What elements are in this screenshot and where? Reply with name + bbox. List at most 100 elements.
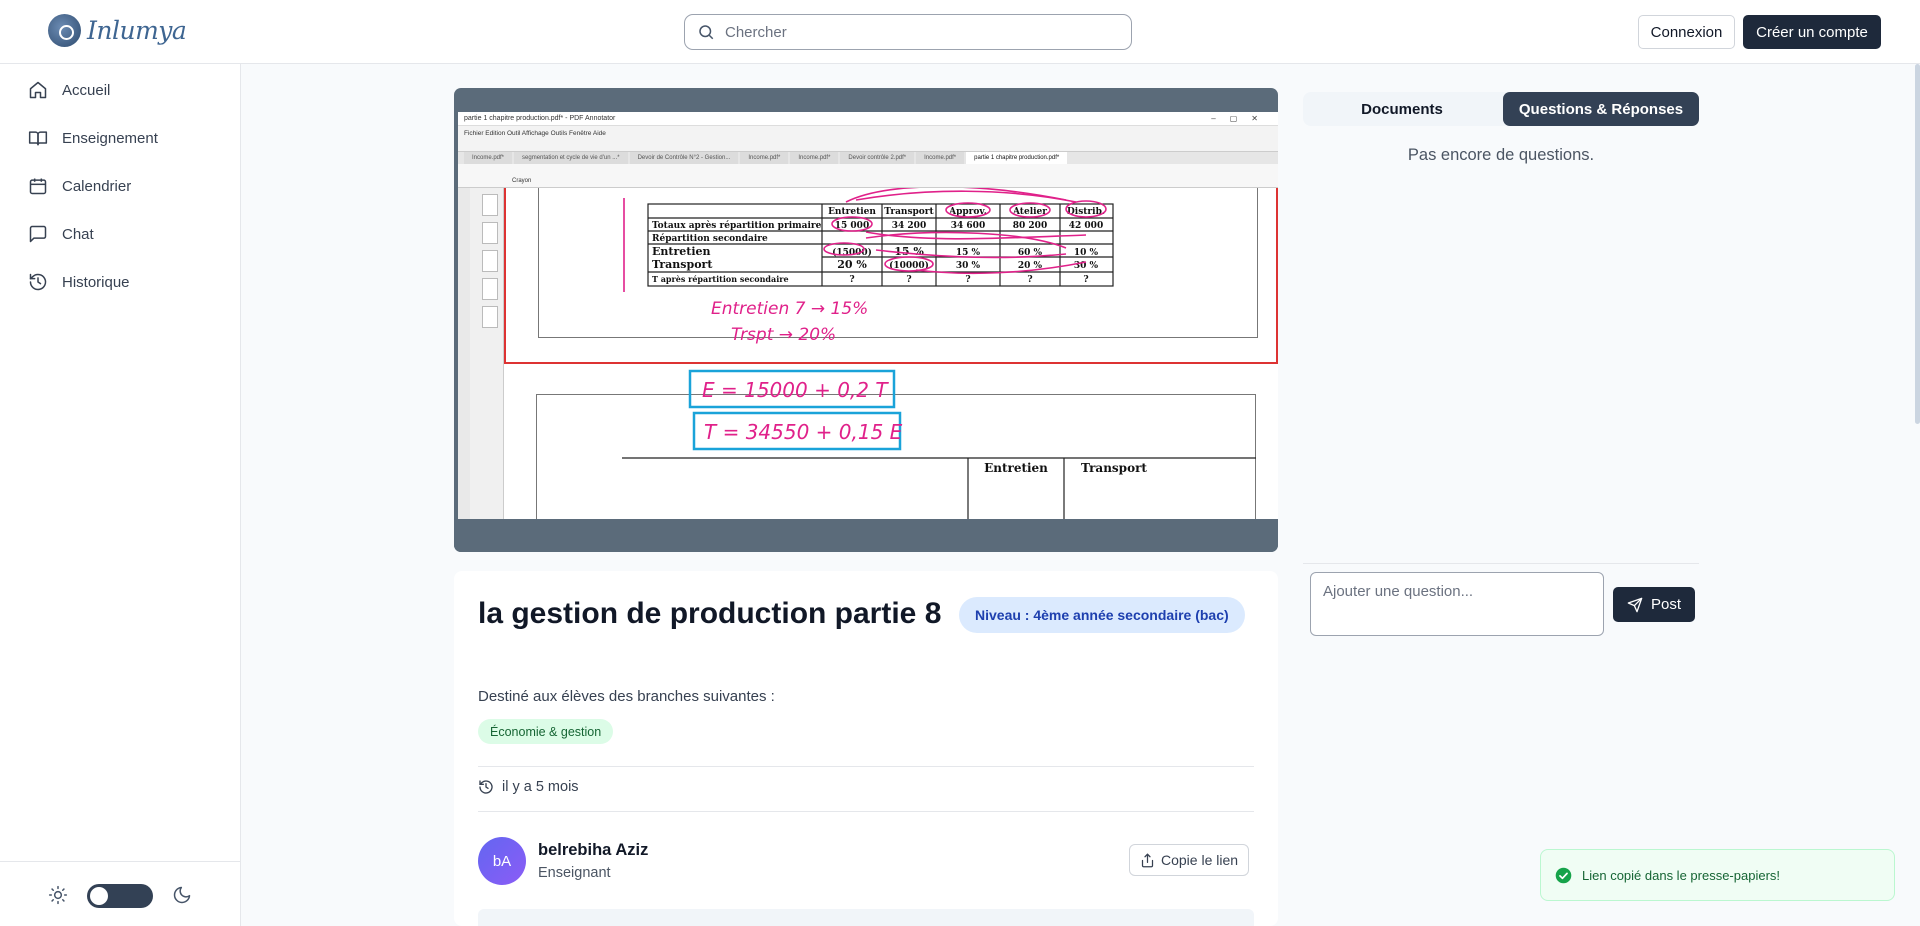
sidebar-item-enseignement[interactable]: Enseignement bbox=[28, 128, 158, 148]
level-badge: Niveau : 4ème année secondaire (bac) bbox=[959, 597, 1245, 633]
table-cell: 80 200 bbox=[1013, 221, 1047, 231]
table-cell: ? bbox=[849, 275, 854, 285]
handwritten-equation: T = 34550 + 0,15 E bbox=[704, 420, 903, 444]
divider bbox=[478, 811, 1254, 812]
table-header: Transport bbox=[884, 207, 934, 217]
post-label: Post bbox=[1650, 596, 1681, 613]
table-header: Transport bbox=[1081, 461, 1147, 475]
post-button[interactable]: Post bbox=[1613, 587, 1695, 622]
page-thumbnail bbox=[482, 194, 498, 216]
logo[interactable]: Inlumya bbox=[48, 14, 187, 47]
sun-icon[interactable] bbox=[48, 885, 68, 905]
window-toolbar bbox=[458, 140, 1278, 152]
sidebar-item-chat[interactable]: Chat bbox=[28, 224, 94, 244]
divider bbox=[1303, 563, 1699, 564]
table-cell: Totaux après répartition primaire bbox=[652, 220, 822, 231]
table-cell: 42 000 bbox=[1069, 221, 1103, 231]
table-cell: 20 % bbox=[837, 258, 867, 271]
panel-tabs: Documents Questions & Réponses bbox=[1303, 92, 1699, 126]
document-view: Entretien Transport Approv. Atelier Dist… bbox=[504, 188, 1278, 519]
history-icon bbox=[29, 273, 47, 291]
table-cell: 34 600 bbox=[951, 221, 985, 231]
annotated-table: Entretien Transport Approv. Atelier Dist… bbox=[623, 188, 1114, 345]
page-title: la gestion de production partie 8 bbox=[478, 597, 942, 630]
doc-tab: Income.pdf* bbox=[464, 152, 513, 164]
description-block bbox=[478, 909, 1254, 926]
equation-boxes: E = 15000 + 0,2 T T = 34550 + 0,15 E Ent… bbox=[622, 369, 1256, 519]
sidebar-item-label: Enseignement bbox=[62, 129, 158, 147]
search-box[interactable] bbox=[684, 14, 1132, 50]
book-icon bbox=[28, 131, 48, 146]
send-icon bbox=[1627, 597, 1643, 612]
table-cell: (15000) bbox=[832, 247, 872, 258]
table-cell: Répartition secondaire bbox=[652, 233, 768, 244]
signup-button[interactable]: Créer un compte bbox=[1743, 15, 1881, 49]
login-button[interactable]: Connexion bbox=[1638, 15, 1735, 49]
doc-tab: Income.pdf* bbox=[740, 152, 789, 164]
tab-questions[interactable]: Questions & Réponses bbox=[1503, 92, 1699, 126]
handwritten-equation: E = 15000 + 0,2 T bbox=[702, 378, 889, 402]
sidebar-item-label: Chat bbox=[62, 225, 94, 243]
home-icon bbox=[29, 81, 47, 99]
time-ago: il y a 5 mois bbox=[502, 779, 579, 795]
table-cell: 30 % bbox=[1074, 261, 1099, 271]
check-circle-icon bbox=[1555, 867, 1572, 883]
table-header: Entretien bbox=[828, 207, 876, 217]
page-thumbnail bbox=[482, 278, 498, 300]
player-controls[interactable] bbox=[454, 519, 1278, 552]
question-input[interactable] bbox=[1310, 572, 1604, 636]
copy-link-button[interactable]: Copie le lien bbox=[1129, 844, 1250, 876]
table-cell: ? bbox=[965, 275, 970, 285]
branch-badge[interactable]: Économie & gestion bbox=[478, 719, 614, 744]
sidebar: Accueil Enseignement Calendrier Chat His… bbox=[0, 64, 241, 926]
empty-questions-text: Pas encore de questions. bbox=[1407, 146, 1595, 164]
top-header: Inlumya Connexion Créer un compte bbox=[0, 0, 1920, 64]
moon-icon[interactable] bbox=[172, 885, 192, 905]
handwritten-line: Trspt → 20% bbox=[731, 325, 836, 345]
doc-tab: segmentation et cycle de vie d'un ...* bbox=[514, 152, 628, 164]
author-name[interactable]: belrebiha Aziz bbox=[538, 841, 648, 860]
page-thumbnail bbox=[482, 222, 498, 244]
tab-documents[interactable]: Documents bbox=[1303, 92, 1501, 126]
pdf-page-1: Entretien Transport Approv. Atelier Dist… bbox=[504, 188, 1278, 364]
search-icon bbox=[699, 25, 714, 40]
theme-toggle[interactable] bbox=[87, 884, 153, 908]
theme-switcher bbox=[0, 861, 240, 926]
video-frame: partie 1 chapitre production.pdf* - PDF … bbox=[458, 112, 1278, 519]
doc-tab: Income.pdf* bbox=[916, 152, 965, 164]
table-cell: ? bbox=[906, 275, 911, 285]
tool-label: Crayon bbox=[512, 178, 532, 184]
sidebar-item-calendrier[interactable]: Calendrier bbox=[28, 176, 131, 196]
window-controls: –▢✕ bbox=[1211, 114, 1272, 123]
logo-icon bbox=[48, 14, 81, 47]
page-thumbnail bbox=[482, 306, 498, 328]
share-icon bbox=[1141, 853, 1154, 867]
pdf-page-2: E = 15000 + 0,2 T T = 34550 + 0,15 E Ent… bbox=[504, 368, 1278, 519]
table-cell: ? bbox=[1083, 275, 1088, 285]
sidebar-item-label: Calendrier bbox=[62, 177, 132, 195]
sidebar-item-label: Accueil bbox=[62, 81, 111, 99]
chat-icon bbox=[29, 225, 47, 243]
author-role: Enseignant bbox=[538, 865, 611, 881]
sidebar-item-historique[interactable]: Historique bbox=[28, 272, 130, 292]
doc-tab-active: partie 1 chapitre production.pdf* bbox=[966, 152, 1068, 164]
page-thumbnail bbox=[482, 250, 498, 272]
branch-intro: Destiné aux élèves des branches suivante… bbox=[478, 688, 775, 705]
doc-tab: Income.pdf* bbox=[790, 152, 839, 164]
sidebar-item-label: Historique bbox=[62, 273, 130, 291]
table-cell: 34 200 bbox=[892, 221, 926, 231]
avatar[interactable]: bA bbox=[478, 837, 526, 885]
annotation-palette bbox=[458, 188, 470, 519]
page-scrollbar[interactable] bbox=[1915, 64, 1920, 424]
annotation-toolbar: Crayon bbox=[458, 164, 1278, 188]
table-cell: Entretien bbox=[652, 245, 711, 258]
table-cell: 30 % bbox=[956, 261, 981, 271]
window-titlebar: partie 1 chapitre production.pdf* - PDF … bbox=[458, 112, 1278, 126]
sidebar-item-accueil[interactable]: Accueil bbox=[28, 80, 110, 100]
toast-notification: Lien copié dans le presse-papiers! bbox=[1540, 849, 1895, 901]
video-player[interactable]: partie 1 chapitre production.pdf* - PDF … bbox=[454, 88, 1278, 552]
table-cell: 10 % bbox=[1074, 248, 1099, 258]
divider bbox=[478, 766, 1254, 767]
table-header: Entretien bbox=[984, 461, 1048, 475]
search-input[interactable] bbox=[725, 23, 1105, 41]
